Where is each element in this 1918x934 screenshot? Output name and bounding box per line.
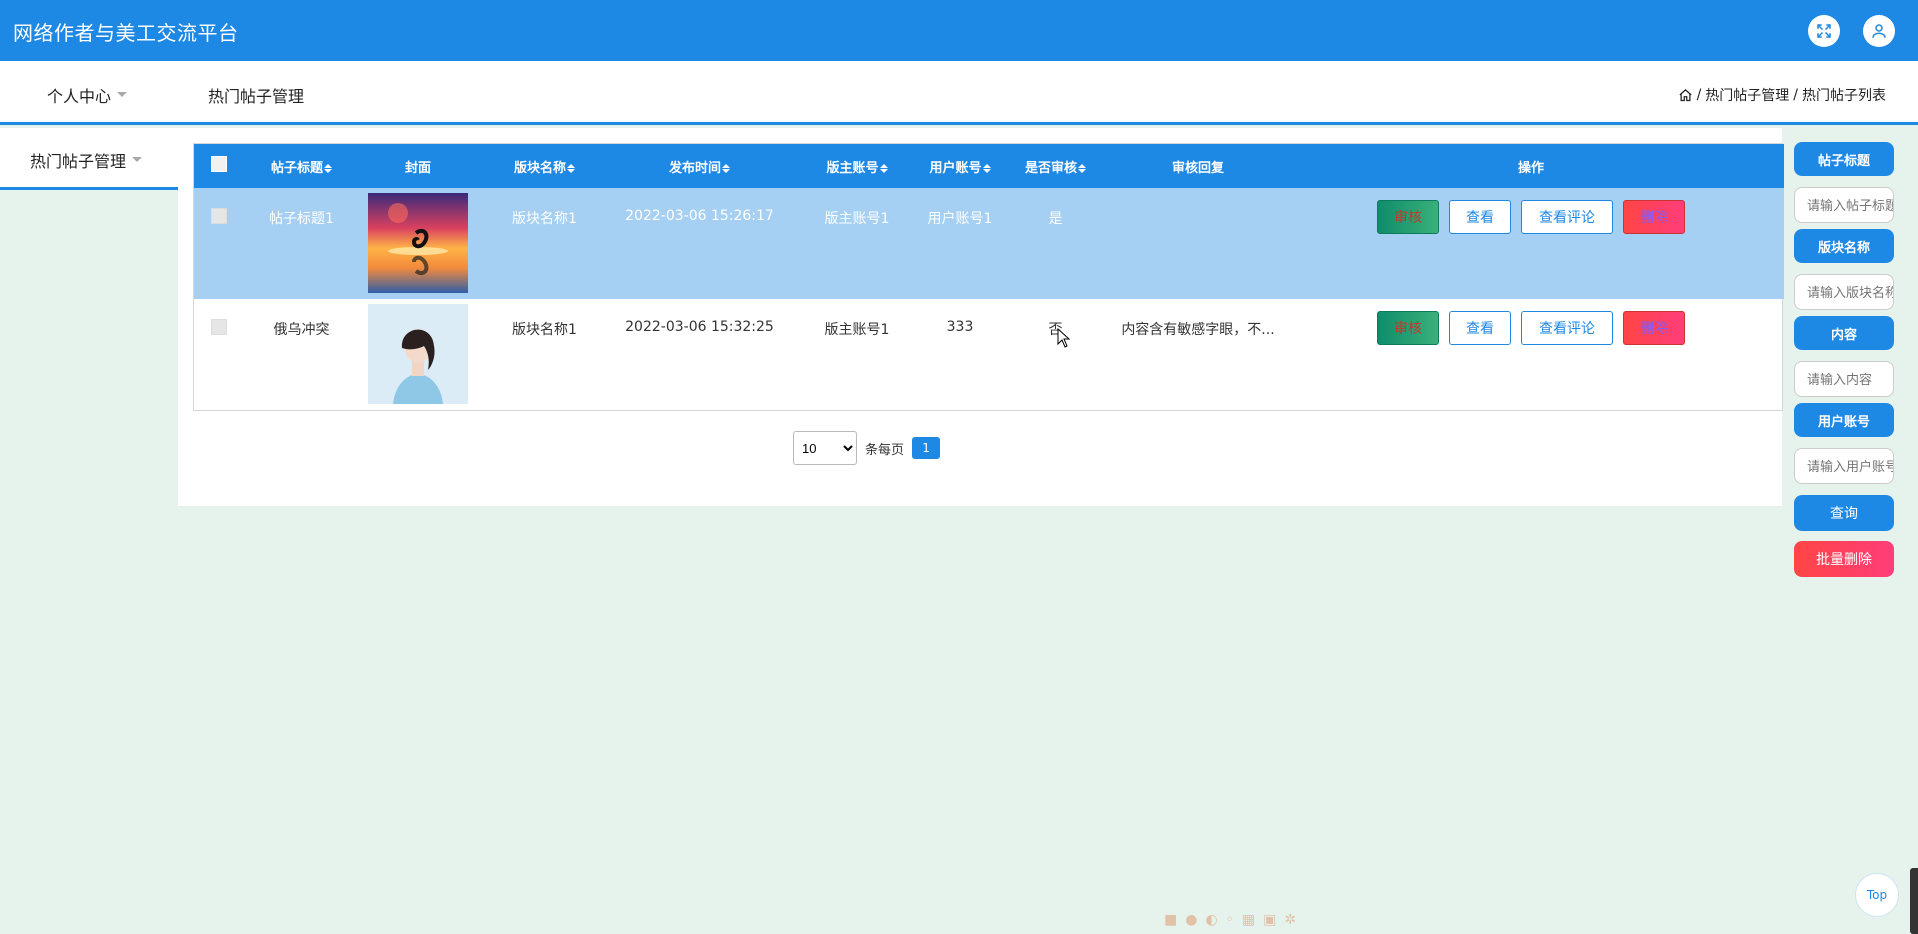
col-moderator[interactable]: 版主账号 <box>787 144 927 188</box>
cover-image <box>368 193 468 293</box>
col-user[interactable]: 用户账号 <box>927 144 993 188</box>
cell-title: 俄乌冲突 <box>273 322 330 338</box>
pagination: 10 条每页 1 <box>793 431 941 465</box>
cell-user: 用户账号1 <box>927 211 993 227</box>
title-filter-input[interactable] <box>1794 187 1894 223</box>
breadcrumb-item-hot-posts[interactable]: 热门帖子管理 <box>1705 85 1789 105</box>
ime-settings-icon: ✲ <box>1284 912 1297 928</box>
breadcrumb-sep: / <box>1696 87 1702 103</box>
user-filter-input[interactable] <box>1794 448 1894 484</box>
cell-user: 333 <box>946 319 974 335</box>
caret-down-icon <box>117 92 128 97</box>
row-checkbox[interactable] <box>211 208 227 224</box>
caret-down-icon <box>132 157 143 162</box>
section-filter-label: 版块名称 <box>1794 229 1894 263</box>
cell-reply <box>1118 188 1278 299</box>
nav-hot-posts[interactable]: 热门帖子管理 <box>208 83 304 107</box>
user-button[interactable] <box>1863 15 1895 47</box>
cell-time: 2022-03-06 15:26:17 <box>625 208 774 224</box>
ime-punct-icon: ◦ <box>1225 912 1234 928</box>
table-row[interactable]: 帖子标题1 版块名称1 2022-03-06 15:26:17 版主账号1 用户… <box>194 188 1784 299</box>
select-all-checkbox[interactable] <box>211 156 227 172</box>
view-comments-button[interactable]: 查看评论 <box>1521 311 1613 345</box>
sidebar-item-label: 热门帖子管理 <box>30 152 127 171</box>
col-audited[interactable]: 是否审核 <box>993 144 1118 188</box>
sort-icon <box>879 163 888 173</box>
ime-toolbar: ■ ● ◐ ◦ ▦ ▣ ✲ <box>1164 912 1296 928</box>
ime-skin-icon: ▣ <box>1263 912 1277 928</box>
view-button[interactable]: 查看 <box>1449 311 1511 345</box>
breadcrumb-item-list: 热门帖子列表 <box>1802 88 1886 104</box>
cell-moderator: 版主账号1 <box>824 322 890 338</box>
fullscreen-button[interactable] <box>1808 15 1840 47</box>
sort-icon <box>567 163 575 173</box>
col-cover: 封面 <box>404 160 431 176</box>
batch-delete-button[interactable]: 批量删除 <box>1794 541 1894 577</box>
col-time[interactable]: 发布时间 <box>612 144 787 188</box>
nav-personal-center-label: 个人中心 <box>47 87 112 106</box>
audit-button[interactable]: 审核 <box>1377 200 1439 234</box>
sort-icon <box>324 163 332 173</box>
cell-audited: 否 <box>1048 322 1063 338</box>
audit-button[interactable]: 审核 <box>1377 311 1439 345</box>
breadcrumb: / 热门帖子管理 / 热门帖子列表 <box>1678 85 1886 105</box>
sidebar-item-hot-posts[interactable]: 热门帖子管理 <box>0 128 178 190</box>
view-comments-button[interactable]: 查看评论 <box>1521 200 1613 234</box>
back-to-top-button[interactable]: Top <box>1855 873 1899 917</box>
col-actions: 操作 <box>1517 160 1544 176</box>
user-icon <box>1872 24 1886 38</box>
home-icon[interactable] <box>1678 88 1693 103</box>
delete-button[interactable]: 删除 <box>1623 311 1685 345</box>
posts-table: 帖子标题 封面 版块名称 发布时间 版主账号 用户账号 是否审核 审核回复 操作… <box>193 143 1784 411</box>
nav-personal-center[interactable]: 个人中心 <box>47 83 128 107</box>
ime-logo-icon: ■ <box>1164 912 1178 928</box>
title-filter-label: 帖子标题 <box>1794 142 1894 176</box>
sort-icon <box>722 163 730 173</box>
delete-button[interactable]: 删除 <box>1623 200 1685 234</box>
cell-section: 版块名称1 <box>512 211 577 227</box>
section-filter-input[interactable] <box>1794 274 1894 310</box>
cell-title: 帖子标题1 <box>269 211 334 227</box>
col-reply: 审核回复 <box>1171 160 1224 176</box>
breadcrumb-sep: / <box>1793 87 1798 103</box>
content-filter-label: 内容 <box>1794 316 1894 350</box>
per-page-label: 条每页 <box>865 442 905 458</box>
ime-mode-icon: ● <box>1185 912 1198 928</box>
scrollbar-handle[interactable] <box>1910 868 1918 934</box>
sort-icon <box>982 163 991 173</box>
search-button[interactable]: 查询 <box>1794 495 1894 531</box>
cell-moderator: 版主账号1 <box>824 211 890 227</box>
main-panel: 帖子标题 封面 版块名称 发布时间 版主账号 用户账号 是否审核 审核回复 操作… <box>178 128 1784 506</box>
top-header: 网络作者与美工交流平台 <box>0 0 1918 61</box>
cell-section: 版块名称1 <box>512 322 577 338</box>
table-header: 帖子标题 封面 版块名称 发布时间 版主账号 用户账号 是否审核 审核回复 操作 <box>194 144 1784 188</box>
page-size-select[interactable]: 10 <box>793 431 857 465</box>
app-title: 网络作者与美工交流平台 <box>13 21 239 45</box>
page-button-1[interactable]: 1 <box>912 437 941 459</box>
nav-bar: 个人中心 热门帖子管理 / 热门帖子管理 / 热门帖子列表 <box>0 61 1918 125</box>
cell-reply: 内容含有敏感字眼，不... <box>1121 322 1275 338</box>
col-title[interactable]: 帖子标题 <box>244 144 359 188</box>
cover-image <box>368 304 468 404</box>
table-row[interactable]: 俄乌冲突 版块名称1 2022-03-06 15:32:25 版主账号1 333… <box>194 299 1784 410</box>
cell-audited: 是 <box>1048 211 1063 227</box>
ime-keyboard-icon: ▦ <box>1241 912 1256 928</box>
cell-time: 2022-03-06 15:32:25 <box>625 319 774 335</box>
fullscreen-icon <box>1817 24 1831 38</box>
content-filter-input[interactable] <box>1794 361 1894 397</box>
row-checkbox[interactable] <box>211 319 227 335</box>
col-section[interactable]: 版块名称 <box>477 144 612 188</box>
mouse-cursor-icon <box>1057 328 1071 348</box>
sort-icon <box>1078 163 1086 173</box>
user-filter-label: 用户账号 <box>1794 403 1894 437</box>
view-button[interactable]: 查看 <box>1449 200 1511 234</box>
ime-moon-icon: ◐ <box>1205 912 1218 928</box>
